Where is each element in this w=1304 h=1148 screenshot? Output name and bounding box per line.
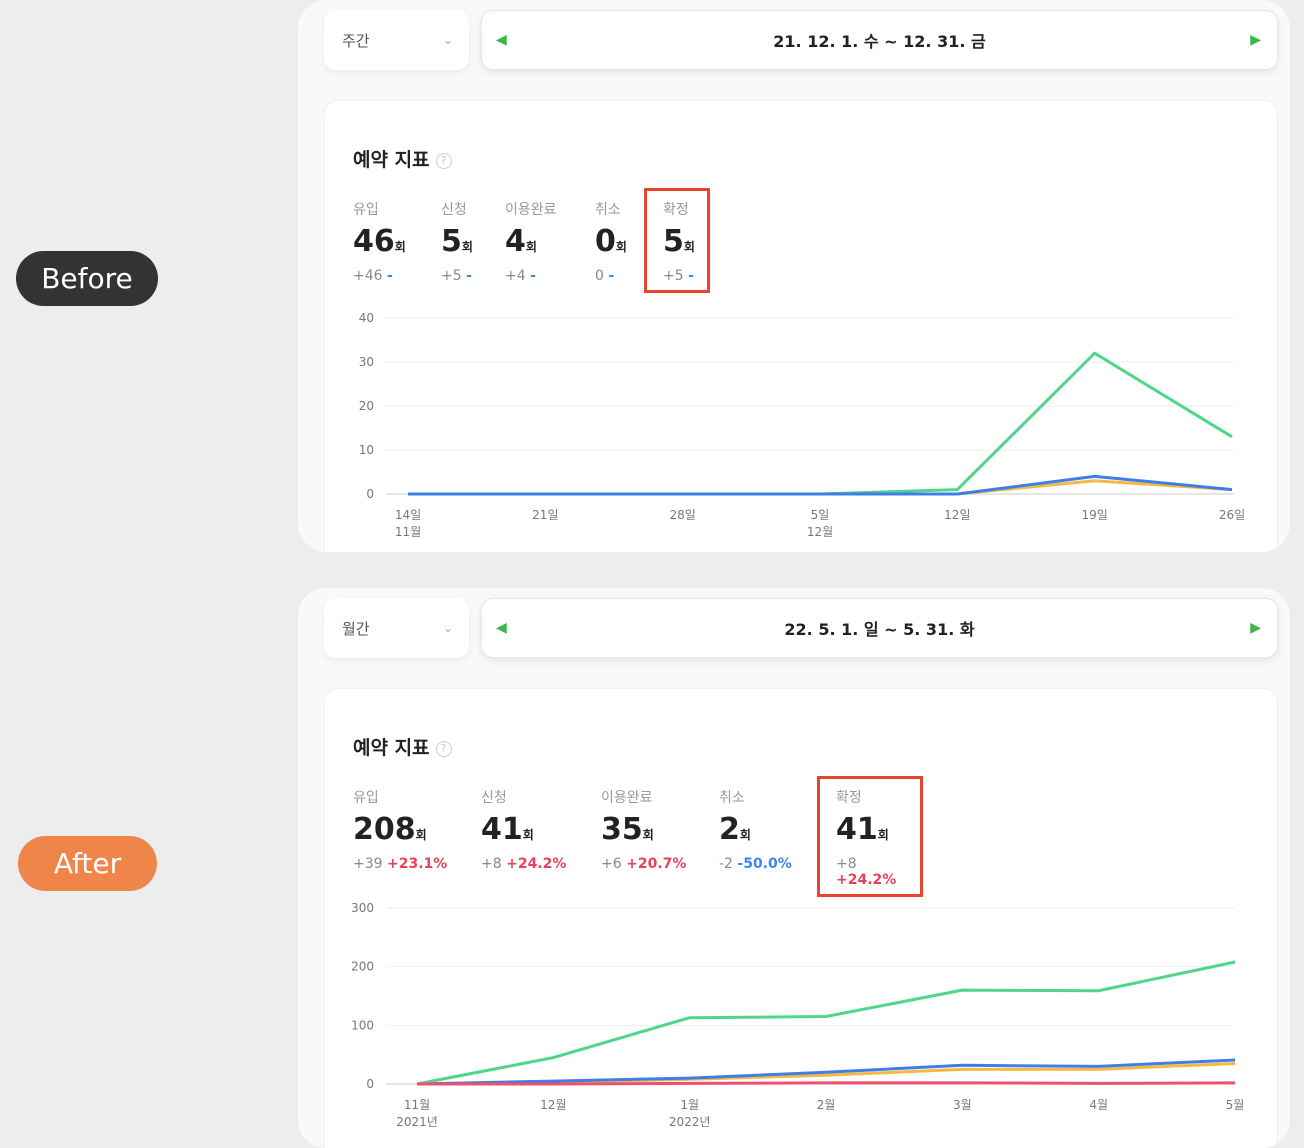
y-tick-label: 30: [359, 355, 374, 369]
y-tick-label: 40: [359, 311, 374, 325]
x-tick-label: 11월: [395, 525, 421, 539]
before-panel: 주간 ⌄ ◀ 21. 12. 1. 수 ~ 12. 31. 금 ▶ 예약 지표? 유입…: [298, 0, 1290, 552]
series-line-신청: [408, 474, 1233, 496]
y-tick-label: 200: [351, 960, 374, 974]
x-tick-label: 12일: [944, 508, 970, 522]
y-tick-label: 0: [366, 1077, 374, 1091]
x-tick-label: 2021년: [396, 1115, 438, 1129]
line-chart: 0 10 20 30 40 14일 11월 21일 28일 5일 12월 12일 19일 26일: [359, 311, 1245, 539]
x-tick-label: 3월: [953, 1098, 972, 1112]
x-tick-label: 2월: [817, 1098, 836, 1112]
x-tick-label: 2022년: [669, 1115, 711, 1129]
x-tick-label: 5일: [811, 508, 830, 522]
x-tick-label: 19일: [1082, 508, 1108, 522]
y-tick-label: 20: [359, 399, 374, 413]
series-line-취소: [417, 1081, 1236, 1086]
x-tick-label: 14일: [395, 508, 421, 522]
series-line-신청: [416, 1058, 1236, 1086]
x-tick-label: 26일: [1219, 508, 1245, 522]
series-line-이용완료: [408, 479, 1233, 496]
y-tick-label: 10: [359, 443, 374, 457]
after-badge: After: [18, 836, 157, 891]
y-tick-label: 100: [351, 1018, 374, 1032]
x-tick-label: 4월: [1089, 1098, 1108, 1112]
y-tick-label: 0: [366, 487, 374, 501]
series-line-유입: [408, 351, 1233, 496]
x-tick-label: 21일: [532, 508, 558, 522]
before-badge: Before: [16, 251, 158, 306]
x-tick-label: 5월: [1226, 1098, 1245, 1112]
x-tick-label: 12월: [807, 525, 833, 539]
x-tick-label: 28일: [670, 508, 696, 522]
x-tick-label: 12월: [540, 1098, 566, 1112]
x-tick-label: 11월: [404, 1098, 430, 1112]
after-panel: 월간 ⌄ ◀ 22. 5. 1. 일 ~ 5. 31. 화 ▶ 예약 지표? 유입 2…: [298, 588, 1290, 1148]
y-tick-label: 300: [351, 901, 374, 915]
line-chart: 0 100 200 300 11월 2021년 12월 1월 2022년 2월 3월 4월 5월: [351, 901, 1245, 1129]
x-tick-label: 1월: [680, 1098, 699, 1112]
